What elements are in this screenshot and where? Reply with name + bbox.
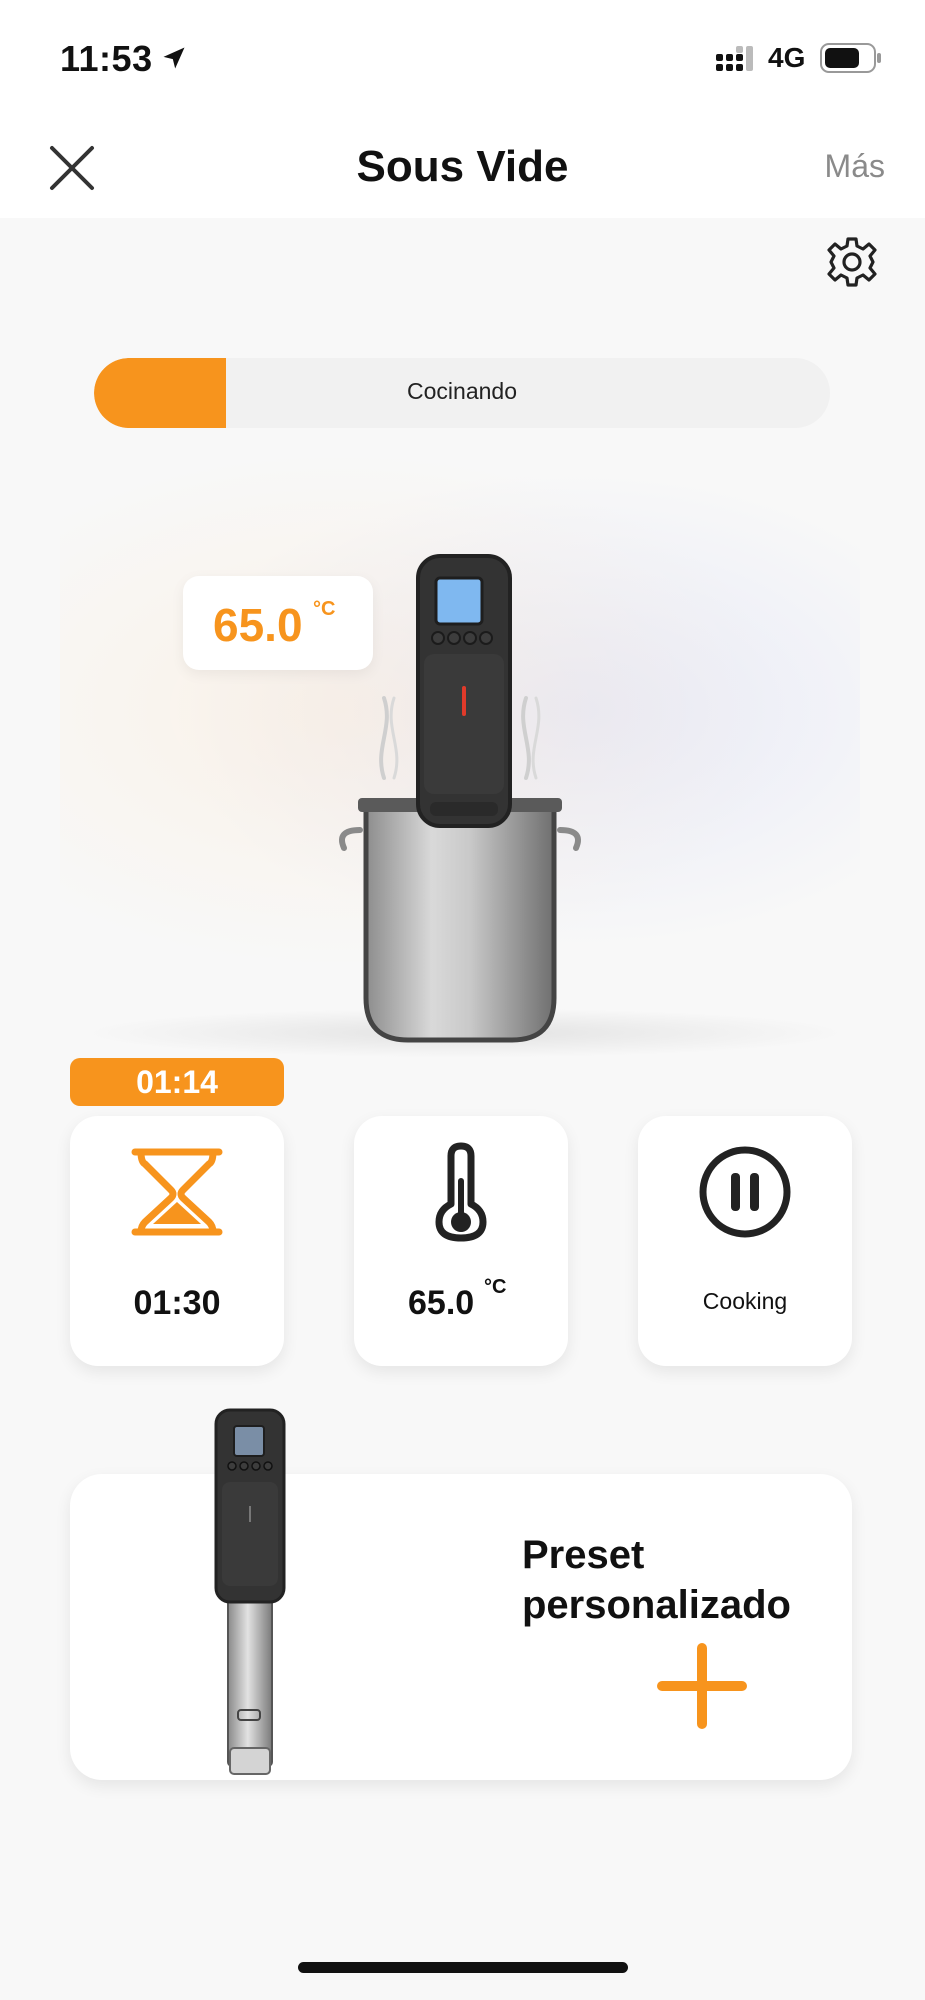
gear-icon[interactable] <box>826 236 878 288</box>
more-button[interactable]: Más <box>825 148 885 185</box>
current-temperature-unit: °C <box>313 598 336 620</box>
current-temperature-value: 65.0 <box>213 599 303 651</box>
custom-preset-card[interactable]: Preset personalizado <box>70 1474 852 1780</box>
progress-label: Cocinando <box>407 378 517 404</box>
elapsed-time-badge: 01:14 <box>70 1058 284 1106</box>
signal-icon <box>716 46 753 71</box>
page-title: Sous Vide <box>356 142 569 191</box>
temperature-card[interactable]: 65.0 °C <box>354 1116 568 1366</box>
thermometer-icon <box>435 1142 487 1242</box>
plus-icon[interactable] <box>652 1636 752 1736</box>
target-temperature-value: 65.0 <box>408 1284 475 1322</box>
timer-value: 01:30 <box>133 1284 221 1322</box>
pause-icon <box>699 1146 791 1238</box>
cooking-progress-bar: Cocinando <box>94 358 830 428</box>
home-indicator[interactable] <box>298 1962 628 1973</box>
navigation-bar: Sous Vide Más <box>0 118 925 218</box>
hourglass-icon <box>131 1148 223 1236</box>
battery-icon <box>820 43 881 73</box>
preset-title: Preset personalizado <box>522 1533 791 1627</box>
network-type: 4G <box>768 42 806 73</box>
current-temperature-bubble: 65.0 °C <box>183 576 373 670</box>
status-card[interactable]: Cooking <box>638 1116 852 1366</box>
main-content: Cocinando 65.0 °C 01:14 01:30 65.0 °C Co… <box>0 218 925 2000</box>
target-temperature-unit: °C <box>484 1276 507 1298</box>
status-bar: 11:53 4G <box>0 0 925 118</box>
location-arrow-icon <box>163 47 185 69</box>
timer-card[interactable]: 01:30 <box>70 1116 284 1366</box>
status-label: Cooking <box>702 1288 788 1314</box>
status-time: 11:53 <box>60 38 153 79</box>
immersion-circulator-illustration <box>214 1408 286 1775</box>
